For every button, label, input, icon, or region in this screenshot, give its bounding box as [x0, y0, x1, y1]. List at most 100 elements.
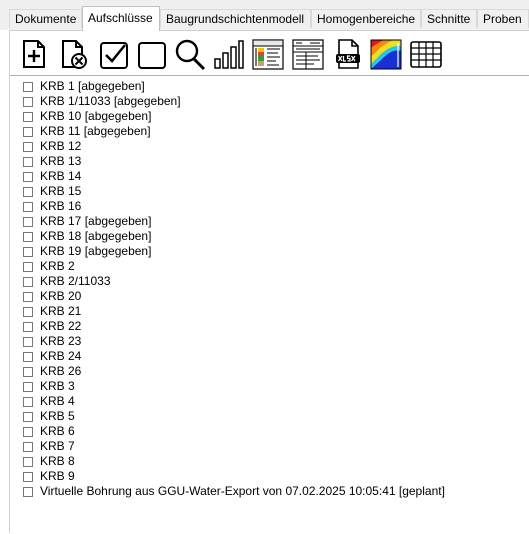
- item-checkbox[interactable]: [23, 171, 33, 182]
- item-label: KRB 12: [40, 139, 82, 153]
- list-item[interactable]: KRB 1/11033 [abgegeben]: [23, 94, 445, 109]
- contour-map-button[interactable]: [370, 37, 402, 71]
- tab-label: Baugrundschichtenmodell: [166, 12, 305, 26]
- delete-document-button[interactable]: [58, 37, 90, 71]
- list-item[interactable]: KRB 22: [23, 319, 445, 334]
- item-label: KRB 9: [40, 469, 75, 483]
- tab-label: Dokumente: [15, 12, 77, 26]
- list-item[interactable]: KRB 7: [23, 439, 445, 454]
- item-label: KRB 11 [abgegeben]: [40, 124, 151, 138]
- ggu-report-button[interactable]: [292, 37, 324, 71]
- list-item[interactable]: KRB 13: [23, 154, 445, 169]
- delete-document-icon: [62, 40, 87, 69]
- item-checkbox[interactable]: [23, 426, 33, 437]
- list-item[interactable]: KRB 11 [abgegeben]: [23, 124, 445, 139]
- item-checkbox[interactable]: [23, 111, 33, 122]
- item-label: KRB 24: [40, 349, 82, 363]
- item-label: KRB 19 [abgegeben]: [40, 244, 152, 258]
- list-item[interactable]: KRB 14: [23, 169, 445, 184]
- tab-dokumente[interactable]: Dokumente: [9, 9, 82, 28]
- item-label: KRB 2: [40, 259, 75, 273]
- xlsx-export-button[interactable]: [332, 37, 364, 71]
- borehole-profile-button[interactable]: [252, 37, 284, 71]
- item-checkbox[interactable]: [23, 381, 33, 392]
- tab-baugrundschichtenmodell[interactable]: Baugrundschichtenmodell: [160, 9, 311, 28]
- tab-label: Proben: [483, 12, 522, 26]
- list-item[interactable]: KRB 8: [23, 454, 445, 469]
- tab-schnitte[interactable]: Schnitte: [421, 9, 477, 28]
- check-all-button[interactable]: [98, 37, 130, 71]
- item-checkbox[interactable]: [23, 81, 33, 92]
- item-checkbox[interactable]: [23, 141, 33, 152]
- xlsx-export-icon: [336, 39, 360, 69]
- tab-label: Homogenbereiche: [317, 12, 416, 26]
- bar-chart-button[interactable]: [212, 37, 244, 71]
- item-checkbox[interactable]: [23, 351, 33, 362]
- item-checkbox[interactable]: [23, 486, 33, 497]
- item-checkbox[interactable]: [23, 276, 33, 287]
- item-label: KRB 14: [40, 169, 82, 183]
- aufschluesse-panel: KRB 1 [abgegeben] KRB 1/11033 [abgegeben]…: [9, 30, 529, 534]
- aufschluss-list[interactable]: KRB 1 [abgegeben] KRB 1/11033 [abgegeben]…: [10, 75, 529, 534]
- item-checkbox[interactable]: [23, 336, 33, 347]
- item-checkbox[interactable]: [23, 96, 33, 107]
- check-all-icon: [100, 42, 128, 69]
- item-label: KRB 1 [abgegeben]: [40, 79, 145, 93]
- item-label: KRB 3: [40, 379, 75, 393]
- item-checkbox[interactable]: [23, 366, 33, 377]
- list-item[interactable]: KRB 9: [23, 469, 445, 484]
- list-item[interactable]: KRB 26: [23, 364, 445, 379]
- list-item[interactable]: KRB 12: [23, 139, 445, 154]
- list-item[interactable]: KRB 23: [23, 334, 445, 349]
- item-checkbox[interactable]: [23, 471, 33, 482]
- item-checkbox[interactable]: [23, 126, 33, 137]
- item-checkbox[interactable]: [23, 261, 33, 272]
- tab-bar: Dokumente Aufschlüsse Baugrundschichtenm…: [0, 0, 529, 31]
- item-label: Virtuelle Bohrung aus GGU-Water-Export v…: [40, 484, 445, 498]
- list-item[interactable]: KRB 24: [23, 349, 445, 364]
- list-item[interactable]: KRB 1 [abgegeben]: [23, 79, 445, 94]
- list-item[interactable]: KRB 17 [abgegeben]: [23, 214, 445, 229]
- item-checkbox[interactable]: [23, 231, 33, 242]
- item-checkbox[interactable]: [23, 306, 33, 317]
- item-label: KRB 10 [abgegeben]: [40, 109, 152, 123]
- search-button[interactable]: [174, 37, 206, 71]
- list-item[interactable]: Virtuelle Bohrung aus GGU-Water-Export v…: [23, 484, 445, 499]
- item-checkbox[interactable]: [23, 216, 33, 227]
- item-checkbox[interactable]: [23, 156, 33, 167]
- contour-map-icon: [370, 39, 402, 70]
- item-checkbox[interactable]: [23, 411, 33, 422]
- list-item[interactable]: KRB 2: [23, 259, 445, 274]
- item-label: KRB 20: [40, 289, 82, 303]
- list-item[interactable]: KRB 21: [23, 304, 445, 319]
- table-button[interactable]: [410, 37, 442, 71]
- item-checkbox[interactable]: [23, 396, 33, 407]
- list-item[interactable]: KRB 19 [abgegeben]: [23, 244, 445, 259]
- item-label: KRB 16: [40, 199, 82, 213]
- item-checkbox[interactable]: [23, 321, 33, 332]
- list-items: KRB 1 [abgegeben] KRB 1/11033 [abgegeben]…: [23, 79, 445, 499]
- list-item[interactable]: KRB 2/11033: [23, 274, 445, 289]
- item-checkbox[interactable]: [23, 456, 33, 467]
- item-checkbox[interactable]: [23, 246, 33, 257]
- list-item[interactable]: KRB 10 [abgegeben]: [23, 109, 445, 124]
- item-checkbox[interactable]: [23, 441, 33, 452]
- list-item[interactable]: KRB 6: [23, 424, 445, 439]
- list-item[interactable]: KRB 15: [23, 184, 445, 199]
- tab-homogenbereiche[interactable]: Homogenbereiche: [311, 9, 421, 28]
- list-item[interactable]: KRB 5: [23, 409, 445, 424]
- list-item[interactable]: KRB 18 [abgegeben]: [23, 229, 445, 244]
- add-document-button[interactable]: [18, 37, 50, 71]
- tab-aufschluesse[interactable]: Aufschlüsse: [82, 6, 160, 31]
- item-checkbox[interactable]: [23, 186, 33, 197]
- item-checkbox[interactable]: [23, 201, 33, 212]
- list-item[interactable]: KRB 3: [23, 379, 445, 394]
- tab-proben[interactable]: Proben: [477, 9, 529, 28]
- list-item[interactable]: KRB 20: [23, 289, 445, 304]
- item-label: KRB 18 [abgegeben]: [40, 229, 152, 243]
- uncheck-all-button[interactable]: [136, 37, 168, 71]
- list-item[interactable]: KRB 16: [23, 199, 445, 214]
- item-label: KRB 2/11033: [40, 274, 111, 288]
- item-checkbox[interactable]: [23, 291, 33, 302]
- list-item[interactable]: KRB 4: [23, 394, 445, 409]
